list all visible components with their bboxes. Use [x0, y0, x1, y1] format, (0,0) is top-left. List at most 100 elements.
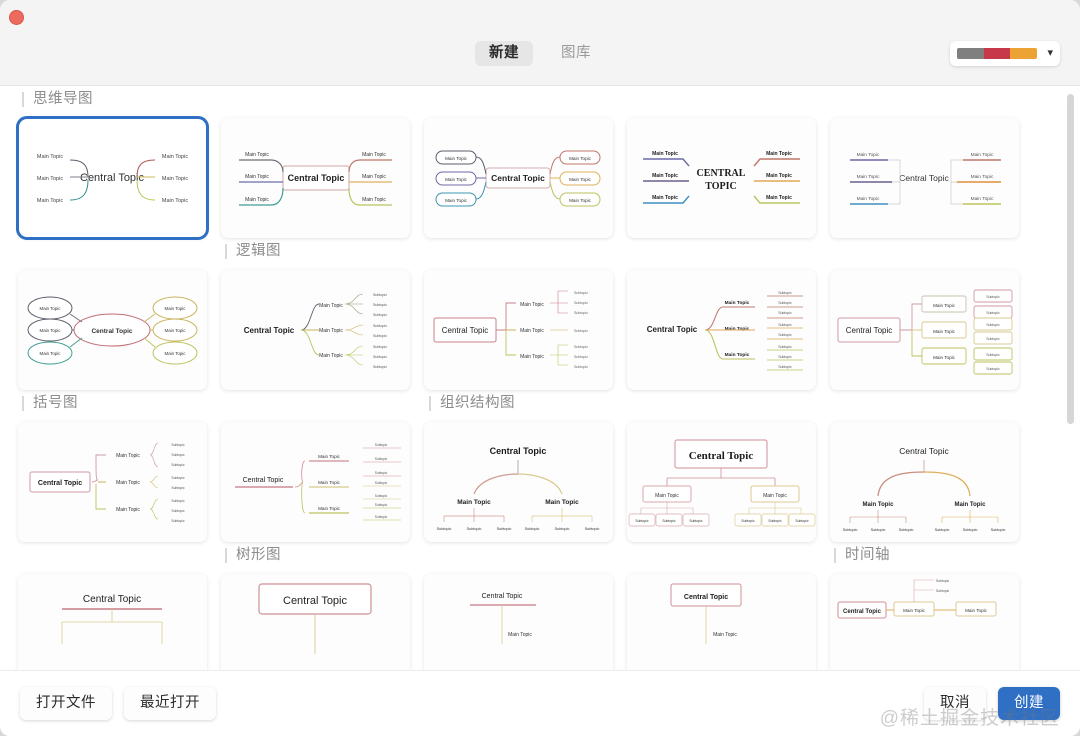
cancel-button[interactable]: 取消 [924, 687, 986, 720]
svg-text:Main Topic: Main Topic [569, 156, 592, 161]
template-card-mindmap-pills[interactable]: Central Topic Main Topic Main Topic Main… [424, 118, 613, 238]
svg-text:Subtopic: Subtopic [574, 301, 588, 305]
svg-text:Main Topic: Main Topic [362, 174, 386, 180]
chevron-down-icon: ▾ [1047, 47, 1053, 59]
svg-text:Main Topic: Main Topic [245, 152, 269, 158]
svg-text:Main Topic: Main Topic [520, 328, 544, 334]
svg-text:Subtopic: Subtopic [375, 443, 388, 447]
template-card-bracket-underline[interactable]: Central Topic Main Topic Main Topic Main T… [221, 422, 410, 542]
svg-text:Subtopic: Subtopic [991, 528, 1006, 532]
tab-gallery[interactable]: 图库 [547, 41, 605, 66]
svg-text:Main Topic: Main Topic [857, 152, 880, 158]
svg-text:Main Topic: Main Topic [965, 608, 988, 613]
svg-text:Main Topic: Main Topic [725, 326, 750, 332]
section-row-bracket-org: 括号图 组织结构图 Central Topic Main Topic Main T… [18, 390, 1058, 542]
template-card-tree-small-underline[interactable]: Central Topic Main Topic [424, 574, 613, 670]
svg-text:Main Topic: Main Topic [713, 632, 737, 638]
svg-text:CENTRAL: CENTRAL [697, 168, 746, 179]
template-scroll-area[interactable]: 思维导图 Central Topic Main Topic Main Topic… [0, 86, 1080, 670]
svg-text:Subtopic: Subtopic [171, 519, 184, 523]
template-card-logic-boxed[interactable]: Central Topic Main Topic Main Topic Main… [830, 270, 1019, 390]
svg-text:Subtopic: Subtopic [525, 527, 540, 531]
svg-text:Subtopic: Subtopic [437, 527, 452, 531]
template-card-tree-boxed[interactable]: Central Topic [221, 574, 410, 670]
svg-text:Main Topic: Main Topic [165, 328, 187, 333]
template-card-tree-underline[interactable]: Central Topic [18, 574, 207, 670]
svg-text:Main Topic: Main Topic [655, 493, 679, 499]
template-card-mindmap-box[interactable]: Central Topic Main Topic Main Topic Main… [221, 118, 410, 238]
svg-text:Main Topic: Main Topic [318, 480, 341, 485]
color-swatch [957, 48, 1037, 59]
card-row: Central Topic Main Topic Main Topic Main… [18, 270, 1058, 390]
template-card-logic-underline[interactable]: Central Topic Main Topic Main Topic Main T… [627, 270, 816, 390]
svg-text:Subtopic: Subtopic [778, 345, 791, 349]
template-card-mindmap-underline-serif[interactable]: CENTRAL TOPIC Main Topic Main Topic Main T… [627, 118, 816, 238]
svg-text:Central Topic: Central Topic [482, 593, 523, 600]
vertical-scrollbar[interactable] [1067, 94, 1074, 424]
svg-text:Subtopic: Subtopic [778, 355, 791, 359]
template-card-mindmap-underline[interactable]: Central Topic Main Topic Main Topic Main T… [830, 118, 1019, 238]
svg-text:Subtopic: Subtopic [986, 323, 999, 327]
svg-text:Subtopic: Subtopic [795, 519, 808, 523]
svg-text:Subtopic: Subtopic [373, 303, 387, 307]
svg-text:Central Topic: Central Topic [243, 477, 284, 484]
svg-text:Main Topic: Main Topic [763, 493, 787, 499]
svg-text:Subtopic: Subtopic [899, 528, 914, 532]
template-card-tree-small-boxed[interactable]: Central Topic Main Topic [627, 574, 816, 670]
section-label-bracket: 括号图 [22, 396, 78, 411]
svg-text:Main Topic: Main Topic [245, 174, 269, 180]
tab-new[interactable]: 新建 [475, 41, 533, 66]
template-card-bracket-plain[interactable]: Central Topic Main Topic Main Topic Main T… [18, 422, 207, 542]
svg-text:Main Topic: Main Topic [725, 300, 750, 306]
section-row-tree-timeline: 树形图 时间轴 Central Topic Central Topic Cent… [18, 542, 1058, 670]
svg-text:Central Topic: Central Topic [684, 594, 728, 601]
svg-text:Subtopic: Subtopic [373, 365, 387, 369]
template-card-logic-ellipse[interactable]: Central Topic Main Topic Main Topic Main… [18, 270, 207, 390]
svg-text:Main Topic: Main Topic [116, 507, 140, 513]
svg-text:Subtopic: Subtopic [497, 527, 512, 531]
svg-text:Subtopic: Subtopic [373, 324, 387, 328]
svg-text:Main Topic: Main Topic [445, 177, 468, 182]
open-file-button[interactable]: 打开文件 [20, 687, 112, 720]
svg-text:Subtopic: Subtopic [585, 527, 600, 531]
svg-text:Main Topic: Main Topic [520, 354, 544, 360]
card-row: Central Topic Main Topic Main Topic Main… [16, 116, 1058, 240]
svg-text:Central Topic: Central Topic [899, 173, 949, 183]
svg-text:Subtopic: Subtopic [373, 334, 387, 338]
svg-text:Subtopic: Subtopic [986, 337, 999, 341]
svg-text:Central Topic: Central Topic [689, 450, 754, 462]
template-card-org-boxed[interactable]: Central Topic Main Topic Main Topic Subt… [627, 422, 816, 542]
svg-text:Central Topic: Central Topic [490, 446, 547, 456]
svg-text:Central Topic: Central Topic [80, 172, 144, 184]
svg-text:Main Topic: Main Topic [319, 353, 343, 359]
section-row-mindmap: 思维导图 Central Topic Main Topic Main Topic… [16, 86, 1058, 240]
svg-text:Main Topic: Main Topic [116, 453, 140, 459]
template-card-timeline[interactable]: Central Topic Main Topic Main Topic Subt… [830, 574, 1019, 670]
template-card-org-plain[interactable]: Central Topic Main Topic Main Topic Subt… [424, 422, 613, 542]
svg-text:Main Topic: Main Topic [165, 351, 187, 356]
svg-text:Subtopic: Subtopic [574, 311, 588, 315]
svg-text:Central Topic: Central Topic [647, 325, 698, 334]
color-theme-dropdown[interactable]: ▾ [950, 41, 1060, 66]
template-card-mindmap-curved[interactable]: Central Topic Main Topic Main Topic Main… [16, 116, 209, 240]
svg-text:Central Topic: Central Topic [491, 173, 545, 183]
template-card-logic-curve[interactable]: Central Topic Main Topic Main Topic Main T… [221, 270, 410, 390]
svg-text:Main Topic: Main Topic [569, 198, 592, 203]
svg-text:Main Topic: Main Topic [362, 152, 386, 158]
template-card-logic-box-right[interactable]: Central Topic Main Topic Main Topic Main T… [424, 270, 613, 390]
svg-text:Subtopic: Subtopic [375, 457, 388, 461]
svg-text:Main Topic: Main Topic [971, 196, 994, 202]
create-button[interactable]: 创建 [998, 687, 1060, 720]
svg-text:Main Topic: Main Topic [445, 156, 468, 161]
svg-text:Subtopic: Subtopic [768, 519, 781, 523]
template-card-org-curved[interactable]: Central Topic Main Topic Main Topic Subt… [830, 422, 1019, 542]
close-window-icon[interactable] [9, 10, 24, 25]
svg-text:Main Topic: Main Topic [971, 152, 994, 158]
svg-text:Subtopic: Subtopic [373, 293, 387, 297]
svg-text:Subtopic: Subtopic [171, 476, 184, 480]
svg-text:Subtopic: Subtopic [635, 519, 648, 523]
svg-text:Main Topic: Main Topic [903, 608, 926, 613]
recent-files-button[interactable]: 最近打开 [124, 687, 216, 720]
svg-text:Main Topic: Main Topic [245, 197, 269, 203]
svg-text:Subtopic: Subtopic [986, 367, 999, 371]
